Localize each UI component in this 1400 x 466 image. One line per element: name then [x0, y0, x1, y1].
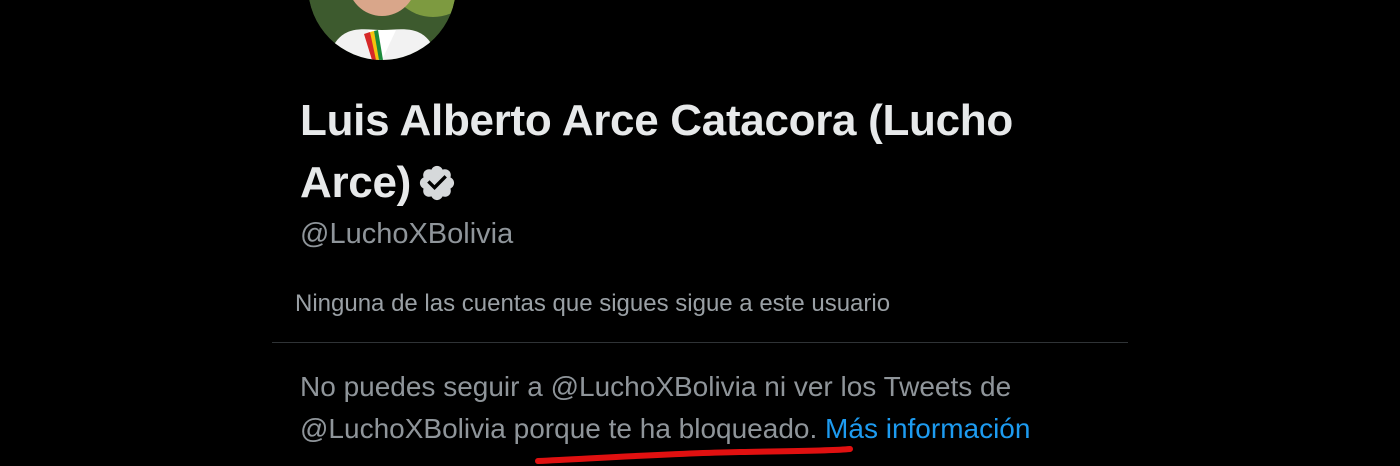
blocked-period: . — [809, 413, 826, 444]
profile-handle: @LuchoXBolivia — [300, 218, 514, 250]
profile-page: Luis Alberto Arce Catacora (Lucho Arce) … — [0, 0, 1400, 466]
verified-badge-icon[interactable] — [417, 163, 457, 203]
blocked-message: No puedes seguir a @LuchoXBolivia ni ver… — [300, 366, 1120, 450]
followers-you-know-note: Ninguna de las cuentas que sigues sigue … — [295, 290, 891, 317]
display-name-text: Luis Alberto Arce Catacora (Lucho Arce) — [300, 96, 1013, 207]
blocked-reason-text: porque te ha bloqueado — [513, 413, 810, 444]
profile-avatar[interactable] — [308, 0, 456, 60]
profile-display-name: Luis Alberto Arce Catacora (Lucho Arce) — [300, 90, 1120, 214]
divider — [272, 342, 1128, 343]
more-info-link[interactable]: Más información — [825, 413, 1030, 444]
avatar-photo — [308, 0, 456, 60]
